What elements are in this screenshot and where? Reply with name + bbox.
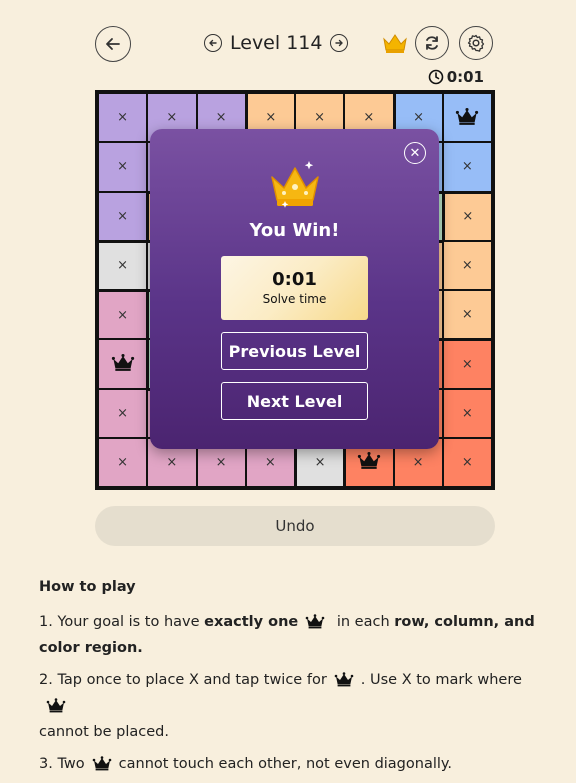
level-title: Level 114: [230, 32, 323, 54]
rule-text: 2. Tap once to place X and tap twice for: [39, 672, 327, 688]
board-cell-r1-c8[interactable]: [442, 93, 492, 143]
previous-level-button[interactable]: Previous Level: [221, 332, 368, 370]
rule-text: 3. Two: [39, 756, 85, 772]
close-icon[interactable]: ✕: [404, 142, 426, 164]
back-arrow-icon: [106, 38, 120, 50]
board-cell-r5-c8[interactable]: ×: [442, 290, 492, 340]
x-mark: ×: [461, 405, 473, 421]
board-cell-r2-c8[interactable]: ×: [442, 142, 492, 192]
solve-time-box: 0:01 Solve time: [221, 256, 368, 320]
win-title: You Win!: [249, 220, 340, 241]
queen-crown-icon: [357, 449, 381, 475]
queen-crown-icon: [455, 105, 479, 131]
rule-text: in each: [332, 614, 395, 630]
clock-icon: [428, 69, 443, 85]
level-navigation: Level 114: [204, 32, 349, 54]
rule-text: . Use X to mark where: [360, 672, 522, 688]
board-cell-r4-c1[interactable]: ×: [98, 240, 148, 290]
crown-icon: [92, 756, 111, 771]
board-cell-r5-c1[interactable]: ×: [98, 290, 148, 340]
rule-text: cannot be placed.: [39, 724, 169, 740]
board-cell-r3-c8[interactable]: ×: [442, 191, 492, 241]
board-cell-r2-c1[interactable]: ×: [98, 142, 148, 192]
x-mark: ×: [413, 110, 425, 126]
restart-icon: [426, 36, 438, 50]
x-mark: ×: [117, 258, 129, 274]
x-mark: ×: [462, 209, 474, 225]
crown-icon: [271, 161, 319, 208]
rule-text: 1. Your goal is to have: [39, 614, 205, 630]
next-level-icon[interactable]: [330, 34, 349, 52]
x-mark: ×: [461, 454, 473, 470]
settings-button[interactable]: [459, 26, 493, 60]
x-mark: ×: [314, 454, 326, 470]
next-level-button[interactable]: Next Level: [221, 382, 368, 420]
board-cell-r8-c1[interactable]: ×: [98, 437, 148, 487]
back-button[interactable]: [95, 26, 131, 62]
restart-button[interactable]: [415, 26, 449, 60]
x-mark: ×: [166, 454, 178, 470]
gear-icon: [467, 34, 485, 52]
x-mark: ×: [117, 110, 129, 126]
board-cell-r8-c8[interactable]: ×: [442, 437, 492, 487]
board-cell-r7-c8[interactable]: ×: [442, 388, 492, 438]
x-mark: ×: [412, 454, 424, 470]
board-cell-r1-c1[interactable]: ×: [98, 93, 148, 143]
prev-level-icon[interactable]: [204, 34, 222, 52]
crown-icon: [334, 672, 354, 687]
x-mark: ×: [166, 110, 178, 126]
x-mark: ×: [461, 356, 473, 372]
crown-icon: [305, 614, 325, 629]
x-mark: ×: [264, 454, 276, 470]
x-mark: ×: [314, 110, 326, 126]
x-mark: ×: [461, 307, 473, 323]
x-mark: ×: [117, 159, 129, 175]
board-cell-r6-c1[interactable]: [98, 339, 148, 389]
x-mark: ×: [117, 454, 129, 470]
how-to-play: How to play 1. Your goal is to have exac…: [39, 574, 549, 783]
rule-3: 3. Two cannot touch each other, not even …: [39, 751, 549, 777]
board-cell-r4-c8[interactable]: ×: [442, 240, 492, 290]
rule-1: 1. Your goal is to have exactly one in e…: [39, 609, 549, 661]
timer: 0:01: [428, 68, 484, 86]
board-cell-r7-c1[interactable]: ×: [98, 388, 148, 438]
x-mark: ×: [215, 110, 227, 126]
solve-time-label: Solve time: [262, 292, 327, 306]
timer-value: 0:01: [446, 68, 484, 86]
board-cell-r6-c8[interactable]: ×: [442, 339, 492, 389]
x-mark: ×: [265, 110, 277, 126]
rule-2: 2. Tap once to place X and tap twice for…: [39, 667, 549, 745]
crown-icon[interactable]: [382, 32, 408, 54]
x-mark: ×: [215, 454, 227, 470]
rule-bold: exactly one: [204, 614, 299, 630]
win-modal: ✕ You Win! 0:01 Solve time Previous Leve…: [150, 129, 439, 449]
board-cell-r3-c1[interactable]: ×: [98, 191, 148, 241]
x-mark: ×: [461, 159, 473, 175]
how-to-play-title: How to play: [39, 579, 136, 595]
queen-crown-icon: [111, 351, 135, 377]
undo-button[interactable]: Undo: [95, 506, 495, 546]
x-mark: ×: [117, 405, 129, 421]
rule-text: cannot touch each other, not even diagon…: [118, 756, 453, 772]
crown-icon: [46, 698, 66, 713]
x-mark: ×: [117, 307, 129, 323]
x-mark: ×: [117, 208, 129, 224]
solve-time-value: 0:01: [272, 269, 317, 290]
x-mark: ×: [363, 110, 375, 126]
x-mark: ×: [461, 257, 473, 273]
